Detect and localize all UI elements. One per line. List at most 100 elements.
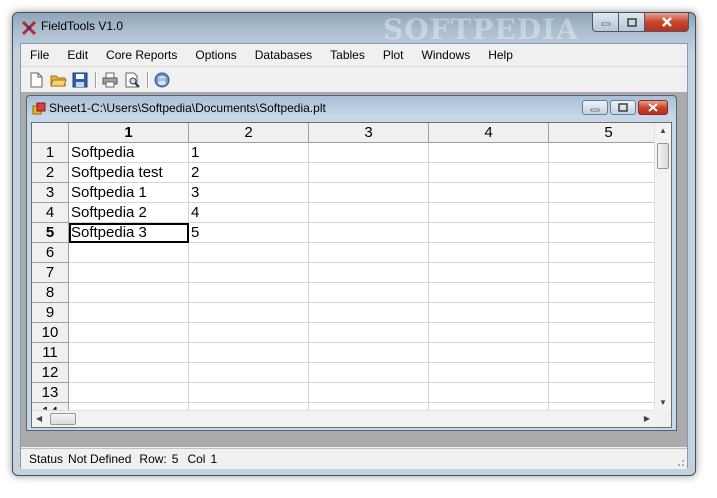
row-header[interactable]: 13 [32, 383, 69, 403]
row-header[interactable]: 12 [32, 363, 69, 383]
menu-databases[interactable]: Databases [246, 44, 321, 66]
grid-cell[interactable] [549, 303, 669, 323]
maximize-button[interactable] [619, 13, 645, 32]
horizontal-scrollbar[interactable]: ◀ ▶ [32, 410, 654, 427]
row-header[interactable]: 3 [32, 183, 69, 203]
grid-cell[interactable] [429, 203, 549, 223]
grid-cell[interactable] [189, 263, 309, 283]
grid-cell[interactable] [429, 283, 549, 303]
grid-cell[interactable]: 4 [189, 203, 309, 223]
column-header[interactable]: 2 [189, 123, 309, 143]
grid-cell[interactable] [309, 303, 429, 323]
menu-core-reports[interactable]: Core Reports [97, 44, 186, 66]
grid-cell[interactable] [309, 143, 429, 163]
grid-cell[interactable] [429, 263, 549, 283]
minimize-button[interactable] [592, 13, 619, 32]
grid-cell[interactable] [309, 343, 429, 363]
grid-cell[interactable] [69, 343, 189, 363]
grid-cell[interactable] [549, 283, 669, 303]
new-file-icon[interactable] [27, 71, 45, 89]
grid-cell[interactable] [549, 343, 669, 363]
grid-cell[interactable] [309, 263, 429, 283]
grid-cell[interactable] [189, 343, 309, 363]
grid-cell[interactable] [69, 263, 189, 283]
grid-cell[interactable] [69, 243, 189, 263]
grid-cell[interactable] [549, 263, 669, 283]
grid-cell[interactable] [549, 203, 669, 223]
grid-cell[interactable]: Softpedia 1 [69, 183, 189, 203]
row-header[interactable]: 5 [32, 223, 69, 243]
vertical-scrollbar[interactable]: ▲ ▼ [654, 123, 671, 410]
grid-cell[interactable] [189, 283, 309, 303]
grid-cell[interactable] [309, 203, 429, 223]
row-header[interactable]: 9 [32, 303, 69, 323]
grid-cell[interactable] [549, 383, 669, 403]
row-header[interactable]: 7 [32, 263, 69, 283]
grid-cell[interactable] [429, 303, 549, 323]
grid-cell[interactable] [549, 243, 669, 263]
grid-cell[interactable] [309, 183, 429, 203]
resize-grip-icon[interactable] [675, 457, 685, 467]
grid-cell[interactable] [549, 223, 669, 243]
grid-cell[interactable] [189, 363, 309, 383]
grid-cell[interactable] [309, 323, 429, 343]
menu-help[interactable]: Help [479, 44, 522, 66]
grid-cell[interactable] [189, 303, 309, 323]
scroll-left-icon[interactable]: ◀ [36, 414, 42, 423]
grid-cell[interactable] [429, 343, 549, 363]
menu-file[interactable]: File [21, 44, 58, 66]
grid-cell[interactable] [69, 363, 189, 383]
column-header[interactable]: 4 [429, 123, 549, 143]
column-header[interactable]: 3 [309, 123, 429, 143]
grid-cell[interactable] [189, 323, 309, 343]
grid-cell[interactable] [429, 243, 549, 263]
scroll-right-icon[interactable]: ▶ [644, 414, 650, 423]
grid-cell[interactable] [429, 143, 549, 163]
sheet-close-button[interactable] [638, 100, 668, 115]
menu-options[interactable]: Options [186, 44, 245, 66]
print-icon[interactable] [101, 71, 119, 89]
grid-cell[interactable]: 2 [189, 163, 309, 183]
grid-cell[interactable] [309, 283, 429, 303]
grid-cell[interactable] [69, 323, 189, 343]
grid-cell[interactable] [309, 223, 429, 243]
row-header[interactable]: 10 [32, 323, 69, 343]
grid-cell[interactable] [429, 363, 549, 383]
grid-cell[interactable] [549, 323, 669, 343]
title-bar[interactable]: FieldTools V1.0 SOFTPEDIA [13, 13, 695, 46]
vertical-scroll-thumb[interactable] [657, 143, 669, 169]
grid-cell[interactable] [429, 323, 549, 343]
row-header[interactable]: 4 [32, 203, 69, 223]
print-preview-icon[interactable] [123, 71, 141, 89]
close-button[interactable] [645, 13, 689, 32]
spreadsheet-grid[interactable]: 1 2 3 4 5 1 Softpedia 1 2 Softpedia test 2 3 Softped… [31, 122, 672, 428]
scroll-down-icon[interactable]: ▼ [659, 398, 667, 407]
row-header[interactable]: 1 [32, 143, 69, 163]
grid-cell[interactable]: Softpedia 2 [69, 203, 189, 223]
grid-cell[interactable] [309, 363, 429, 383]
grid-cell[interactable]: 3 [189, 183, 309, 203]
column-header[interactable]: 1 [69, 123, 189, 143]
scroll-up-icon[interactable]: ▲ [659, 126, 667, 135]
grid-cell[interactable] [549, 363, 669, 383]
grid-cell[interactable] [69, 303, 189, 323]
sheet-restore-button[interactable] [610, 100, 636, 115]
sheet-minimize-button[interactable] [582, 100, 608, 115]
grid-cell[interactable] [69, 283, 189, 303]
row-header[interactable]: 6 [32, 243, 69, 263]
selected-grid-cell[interactable]: Softpedia 3 [69, 223, 189, 243]
row-header[interactable]: 8 [32, 283, 69, 303]
grid-cell[interactable] [549, 183, 669, 203]
grid-cell[interactable] [549, 163, 669, 183]
horizontal-scroll-thumb[interactable] [50, 413, 76, 425]
menu-edit[interactable]: Edit [58, 44, 97, 66]
grid-cell[interactable] [309, 163, 429, 183]
row-header[interactable]: 11 [32, 343, 69, 363]
grid-cell[interactable] [189, 243, 309, 263]
grid-cell[interactable] [189, 383, 309, 403]
open-folder-icon[interactable] [49, 71, 67, 89]
save-icon[interactable] [71, 71, 89, 89]
grid-cell[interactable] [69, 383, 189, 403]
column-header[interactable]: 5 [549, 123, 669, 143]
menu-plot[interactable]: Plot [374, 44, 413, 66]
